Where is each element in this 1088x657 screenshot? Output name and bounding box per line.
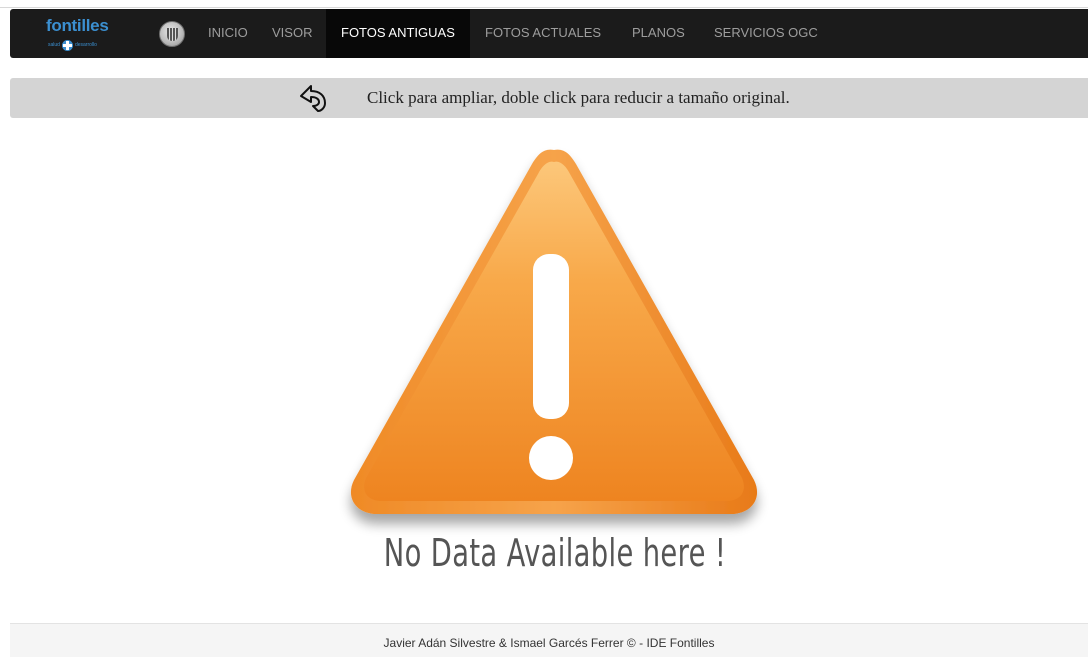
nav-item-visor[interactable]: VISOR xyxy=(272,9,312,58)
warning-triangle-icon[interactable] xyxy=(334,140,774,540)
nav-item-planos[interactable]: PLANOS xyxy=(632,9,685,58)
nav-item-fotos-antiguas[interactable]: FOTOS ANTIGUAS xyxy=(326,9,470,58)
top-navbar: fontilles salud desarrollo INICIO VISOR … xyxy=(10,9,1088,58)
seal-crest xyxy=(167,28,178,41)
no-data-caption: No Data Available here ! xyxy=(383,531,727,575)
nav-item-inicio[interactable]: INICIO xyxy=(208,9,248,58)
brand-tagline-left: salud xyxy=(48,42,60,48)
municipal-seal-icon[interactable] xyxy=(159,21,185,47)
nav-item-servicios-ogc[interactable]: SERVICIOS OGC xyxy=(714,9,818,58)
cross-icon xyxy=(61,39,73,51)
curved-back-arrow-icon[interactable] xyxy=(298,83,328,113)
nav-item-fotos-actuales[interactable]: FOTOS ACTUALES xyxy=(485,9,601,58)
zoom-instructions: Click para ampliar, doble click para red… xyxy=(367,88,790,107)
brand-tagline: salud desarrollo xyxy=(48,39,97,51)
footer-credits: Javier Adán Silvestre & Ismael Garcés Fe… xyxy=(383,636,715,650)
brand-tagline-right: desarrollo xyxy=(74,42,97,48)
brand-name: fontilles xyxy=(46,16,109,35)
image-toolbar: Click para ampliar, doble click para red… xyxy=(10,78,1088,118)
brand-logo[interactable]: fontilles salud desarrollo xyxy=(42,15,122,53)
page-footer: Javier Adán Silvestre & Ismael Garcés Fe… xyxy=(10,623,1088,657)
top-divider xyxy=(0,7,1088,8)
